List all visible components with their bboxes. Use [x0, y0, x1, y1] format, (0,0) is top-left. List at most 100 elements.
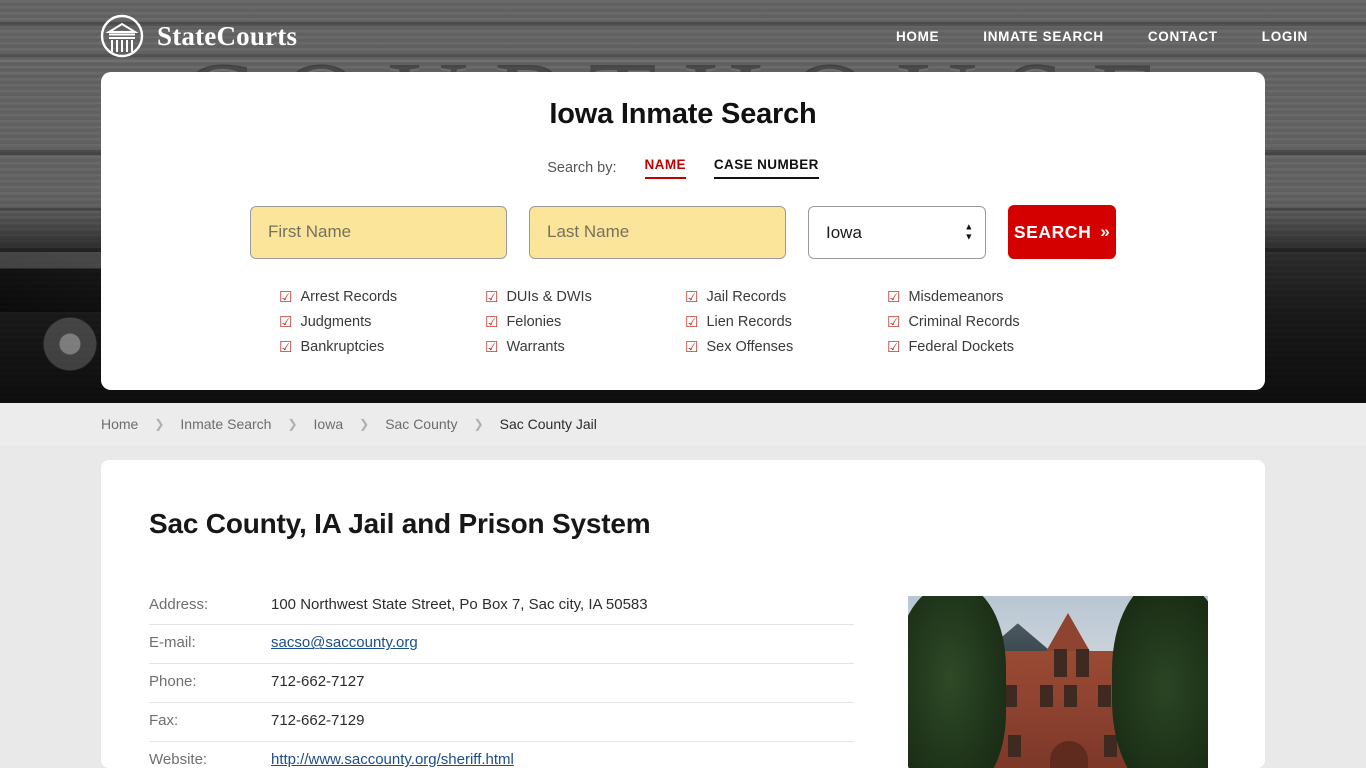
breadcrumb-item-sac-county[interactable]: Sac County: [385, 416, 457, 432]
record-type-list: ☑ Arrest Records ☑ DUIs & DWIs ☑ Jail Re…: [101, 285, 1265, 359]
record-type-item[interactable]: ☑ Criminal Records: [887, 310, 1087, 334]
email-link[interactable]: sacso@saccounty.org: [271, 634, 418, 651]
breadcrumb-item-home[interactable]: Home: [101, 416, 138, 432]
record-type-item[interactable]: ☑ Arrest Records: [279, 285, 485, 309]
record-type-item[interactable]: ☑ Sex Offenses: [685, 335, 887, 359]
nav-item-contact[interactable]: CONTACT: [1148, 29, 1218, 44]
record-type-label: Felonies: [506, 314, 562, 330]
record-type-label: Misdemeanors: [908, 289, 1004, 305]
table-row: E-mail: sacso@saccounty.org: [149, 625, 854, 664]
photo-window: [1104, 735, 1117, 757]
first-name-input[interactable]: [250, 205, 507, 259]
hero-banner: COURTHOUSE StateCourts HOME INMATE SEARC…: [0, 0, 1366, 403]
record-type-label: Jail Records: [706, 289, 787, 305]
record-type-label: Federal Dockets: [908, 339, 1015, 355]
record-type-label: Criminal Records: [908, 314, 1020, 330]
checkbox-checked-icon: ☑: [485, 288, 499, 306]
record-type-label: Lien Records: [706, 314, 792, 330]
info-value: 712-662-7129: [271, 712, 365, 730]
info-value: 100 Northwest State Street, Po Box 7, Sa…: [271, 596, 648, 613]
checkbox-checked-icon: ☑: [685, 313, 699, 331]
tab-name[interactable]: NAME: [644, 157, 686, 179]
record-type-label: DUIs & DWIs: [506, 289, 592, 305]
record-type-item[interactable]: ☑ Warrants: [485, 335, 685, 359]
search-by-row: Search by: NAME CASE NUMBER: [101, 157, 1265, 179]
record-type-label: Bankruptcies: [300, 339, 385, 355]
info-label: E-mail:: [149, 634, 196, 652]
record-type-item[interactable]: ☑ Misdemeanors: [887, 285, 1087, 309]
breadcrumb-item-inmate-search[interactable]: Inmate Search: [180, 416, 271, 432]
record-type-item[interactable]: ☑ Judgments: [279, 310, 485, 334]
chevron-right-icon: ❯: [359, 417, 370, 431]
checkbox-checked-icon: ☑: [485, 313, 499, 331]
breadcrumb-item-iowa[interactable]: Iowa: [314, 416, 344, 432]
info-value-website: http://www.saccounty.org/sheriff.html: [271, 742, 854, 768]
table-row: Fax: 712-662-7129: [149, 703, 854, 742]
courthouse-circle-icon: [100, 14, 144, 58]
search-card-title: Iowa Inmate Search: [549, 98, 817, 130]
state-select[interactable]: Iowa: [808, 205, 987, 259]
photo-window: [1008, 735, 1021, 757]
last-name-input[interactable]: [529, 205, 786, 259]
info-value-email: sacso@saccounty.org: [271, 625, 854, 664]
photo-window: [1040, 685, 1053, 707]
record-type-item[interactable]: ☑ Lien Records: [685, 310, 887, 334]
chevron-right-icon: ❯: [473, 417, 484, 431]
record-type-item[interactable]: ☑ Bankruptcies: [279, 335, 485, 359]
nav-item-login[interactable]: LOGIN: [1262, 29, 1308, 44]
record-type-item[interactable]: ☑ Jail Records: [685, 285, 887, 309]
nav-item-home[interactable]: HOME: [896, 29, 939, 44]
checkbox-checked-icon: ☑: [887, 313, 901, 331]
photo-tree-right: [1112, 596, 1208, 768]
record-type-item[interactable]: ☑ Felonies: [485, 310, 685, 334]
double-chevron-right-icon: »: [1100, 222, 1111, 241]
table-row: Website: http://www.saccounty.org/sherif…: [149, 742, 854, 768]
photo-window: [1098, 685, 1111, 707]
checkbox-checked-icon: ☑: [887, 338, 901, 356]
search-button[interactable]: SEARCH »: [1008, 205, 1116, 259]
checkbox-checked-icon: ☑: [887, 288, 901, 306]
record-type-label: Arrest Records: [300, 289, 398, 305]
checkbox-checked-icon: ☑: [685, 288, 699, 306]
record-type-item[interactable]: ☑ Federal Dockets: [887, 335, 1087, 359]
chevron-right-icon: ❯: [154, 417, 165, 431]
facility-detail-row: Address: 100 Northwest State Street, Po …: [149, 596, 1217, 768]
info-value: 712-662-7127: [271, 673, 365, 691]
brand-name: StateCourts: [157, 20, 298, 51]
info-label: Fax:: [149, 712, 179, 730]
facility-info-table: Address: 100 Northwest State Street, Po …: [149, 596, 854, 768]
nav-item-inmate-search[interactable]: INMATE SEARCH: [983, 29, 1104, 44]
website-link[interactable]: http://www.saccounty.org/sheriff.html: [271, 751, 514, 768]
checkbox-checked-icon: ☑: [279, 338, 293, 356]
page-title: Sac County, IA Jail and Prison System: [149, 508, 651, 539]
photo-tree-left: [908, 596, 1006, 768]
table-row: Address: 100 Northwest State Street, Po …: [149, 596, 854, 625]
top-navigation-bar: StateCourts HOME INMATE SEARCH CONTACT L…: [0, 0, 1366, 72]
search-fields-row: Iowa ▲▼ SEARCH »: [101, 205, 1265, 259]
checkbox-checked-icon: ☑: [485, 338, 499, 356]
record-type-item[interactable]: ☑ DUIs & DWIs: [485, 285, 685, 309]
record-type-label: Sex Offenses: [706, 339, 794, 355]
info-label: Phone:: [149, 673, 197, 691]
table-row: Phone: 712-662-7127: [149, 664, 854, 703]
checkbox-checked-icon: ☑: [685, 338, 699, 356]
search-button-label: SEARCH: [1013, 221, 1092, 242]
photo-window: [1054, 649, 1067, 677]
checkbox-checked-icon: ☑: [279, 313, 293, 331]
breadcrumb-item-current: Sac County Jail: [499, 416, 597, 432]
state-select-wrapper: Iowa ▲ ▼: [808, 205, 987, 259]
main-nav: HOME INMATE SEARCH CONTACT LOGIN: [896, 29, 1308, 44]
breadcrumb: Home ❯ Inmate Search ❯ Iowa ❯ Sac County…: [0, 403, 1366, 445]
record-type-label: Warrants: [506, 339, 565, 355]
tab-case-number[interactable]: CASE NUMBER: [713, 157, 819, 179]
inmate-search-card: Iowa Inmate Search Search by: NAME CASE …: [101, 72, 1265, 390]
record-type-label: Judgments: [300, 314, 372, 330]
chevron-right-icon: ❯: [287, 417, 298, 431]
photo-window: [1076, 649, 1089, 677]
courthouse-photo: [908, 596, 1208, 768]
photo-window: [1064, 685, 1077, 707]
search-by-label: Search by:: [547, 160, 617, 176]
brand-logo-group[interactable]: StateCourts: [100, 14, 297, 58]
checkbox-checked-icon: ☑: [279, 288, 293, 306]
info-label: Website:: [149, 751, 208, 768]
